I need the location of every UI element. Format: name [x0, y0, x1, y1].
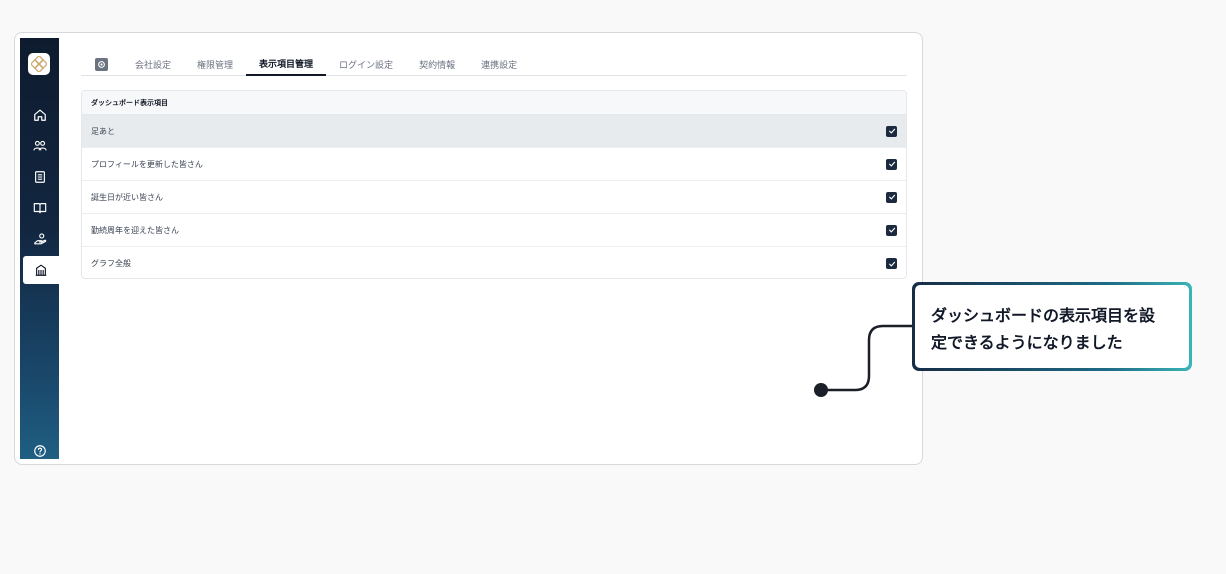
callout-text-line-2: 定できるようになりました: [931, 333, 1123, 352]
feature-callout: ダッシュボードの表示項目を設 定できるようになりました: [912, 282, 1192, 371]
connector-dot: [814, 383, 828, 397]
callout-text-line-1: ダッシュボードの表示項目を設: [931, 306, 1156, 325]
callout-body: ダッシュボードの表示項目を設 定できるようになりました: [915, 285, 1189, 368]
